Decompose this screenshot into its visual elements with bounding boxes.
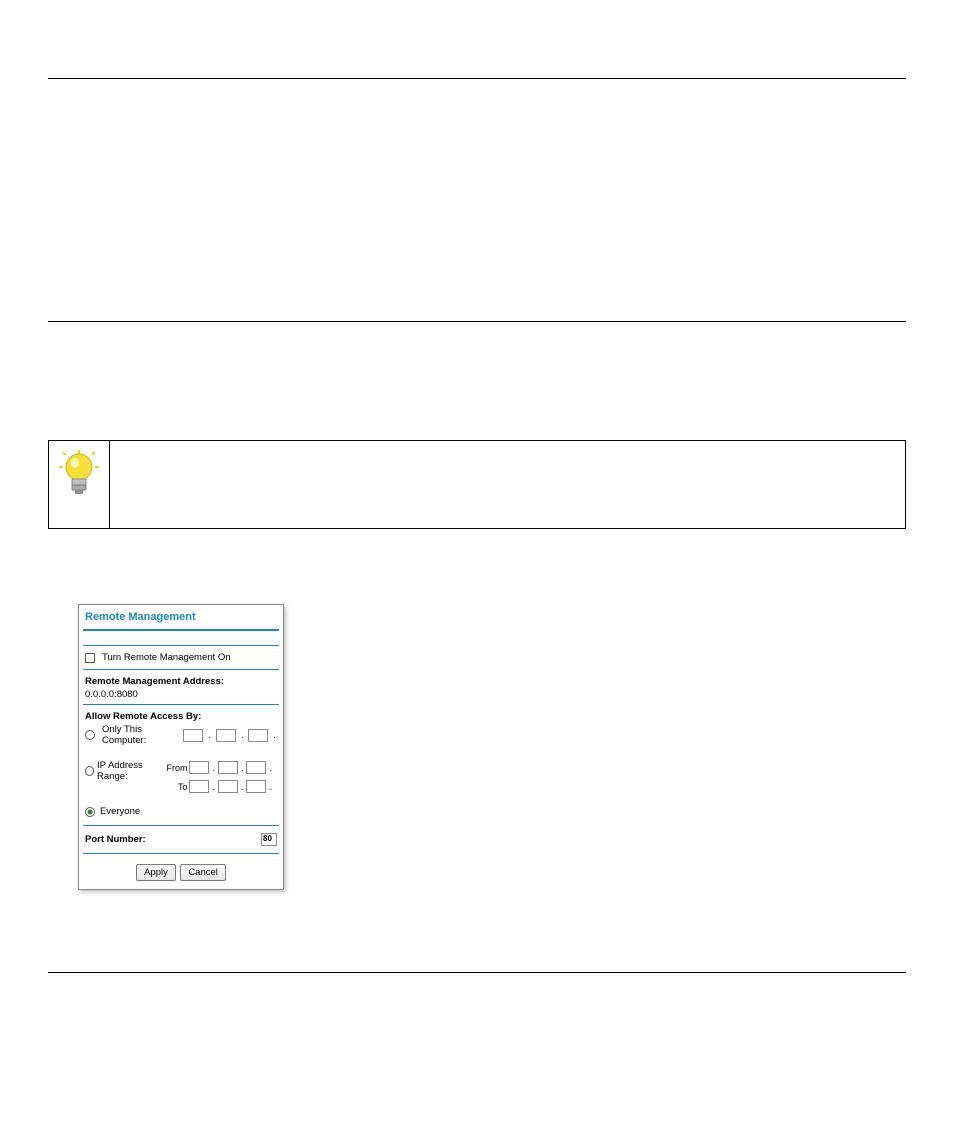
tip-icon-cell <box>49 440 110 528</box>
footer-right-page: 5-17 <box>886 977 906 988</box>
to-label: To <box>168 782 188 792</box>
tip-label: Tip: <box>120 450 141 465</box>
footer-revision: v1.1, May 2008 <box>443 992 511 1003</box>
everyone-radio[interactable] <box>85 807 95 817</box>
port-number-label: Port Number: <box>85 834 146 845</box>
figure-caption: Figure 5-7 <box>78 898 906 912</box>
to-ip-octet-1[interactable] <box>189 780 209 793</box>
section-heading: Enabling Remote Management Access <box>48 346 906 368</box>
port-number-input[interactable]: 80 <box>261 833 277 846</box>
steps-intro: To configure your router for remote mana… <box>48 539 906 558</box>
step-1-text: Select Remote Management under Advanced … <box>62 569 683 584</box>
panel-title: Remote Management <box>79 605 283 627</box>
from-label: From <box>166 763 187 773</box>
panel-rule-3 <box>83 669 279 670</box>
page-footer: Fine-Tuning Your Network 5-17 v1.1, May … <box>48 972 906 1003</box>
remote-management-screenshot: Remote Management Turn Remote Management… <box>78 604 906 890</box>
panel-rule-1 <box>83 629 279 631</box>
upper-content-block <box>48 79 906 309</box>
only-ip-octet-3[interactable] <box>248 729 268 742</box>
port-number-row: Port Number: 80 <box>79 828 283 851</box>
only-ip-octet-1[interactable] <box>183 729 203 742</box>
everyone-label: Everyone <box>100 806 140 817</box>
address-row: Remote Management Address: 0.0.0.0:8080 <box>79 672 283 700</box>
mid-rule <box>48 321 906 322</box>
ip-range-label: IP Address Range: <box>97 760 166 782</box>
ip-range-row: IP Address Range: From . . . To . . . <box>79 756 283 798</box>
turn-on-label: Turn Remote Management On <box>102 652 231 663</box>
address-value: 0.0.0.0:8080 <box>85 687 277 700</box>
ip-range-radio[interactable] <box>85 766 94 776</box>
only-ip-octet-2[interactable] <box>216 729 236 742</box>
panel-rule-4 <box>83 704 279 705</box>
from-ip-octet-1[interactable] <box>189 761 209 774</box>
tip-text-cell: Tip: Be sure to change the router's defa… <box>110 440 906 528</box>
only-this-computer-row: Only This Computer: . . . <box>79 724 283 750</box>
tip-body: Be sure to change the router's default c… <box>120 450 885 503</box>
panel-rule-6 <box>83 853 279 854</box>
apply-button[interactable]: Apply <box>136 864 176 881</box>
panel-rule-5 <box>83 825 279 826</box>
lightbulb-icon <box>59 449 99 506</box>
to-ip-octet-2[interactable] <box>218 780 238 793</box>
allow-label: Allow Remote Access By: <box>79 707 283 724</box>
step-1-number: 1. <box>48 569 59 584</box>
from-ip-octet-2[interactable] <box>218 761 238 774</box>
intro-paragraph: Using the Remote Management page, you ca… <box>48 378 906 416</box>
from-ip-octet-3[interactable] <box>246 761 266 774</box>
to-ip-octet-3[interactable] <box>246 780 266 793</box>
everyone-row: Everyone <box>79 804 283 823</box>
turn-on-row: Turn Remote Management On <box>79 648 283 667</box>
button-row: Apply Cancel <box>79 856 283 889</box>
footer-left: Fine-Tuning Your Network <box>48 977 163 988</box>
header-left-text: NETGEAR 54 Mbps Wireless Router WGR614v9… <box>48 54 339 66</box>
tip-box: Tip: Be sure to change the router's defa… <box>48 440 906 529</box>
only-this-computer-label: Only This Computer: <box>102 724 179 746</box>
step-1: 1. Select Remote Management under Advanc… <box>48 568 906 587</box>
page-header: NETGEAR 54 Mbps Wireless Router WGR614v9… <box>48 50 906 76</box>
only-this-computer-radio[interactable] <box>85 730 95 740</box>
turn-on-checkbox[interactable] <box>85 653 95 663</box>
remote-management-panel: Remote Management Turn Remote Management… <box>78 604 284 890</box>
panel-rule-2 <box>83 645 279 646</box>
address-label: Remote Management Address: <box>85 676 277 687</box>
cancel-button[interactable]: Cancel <box>180 864 226 881</box>
